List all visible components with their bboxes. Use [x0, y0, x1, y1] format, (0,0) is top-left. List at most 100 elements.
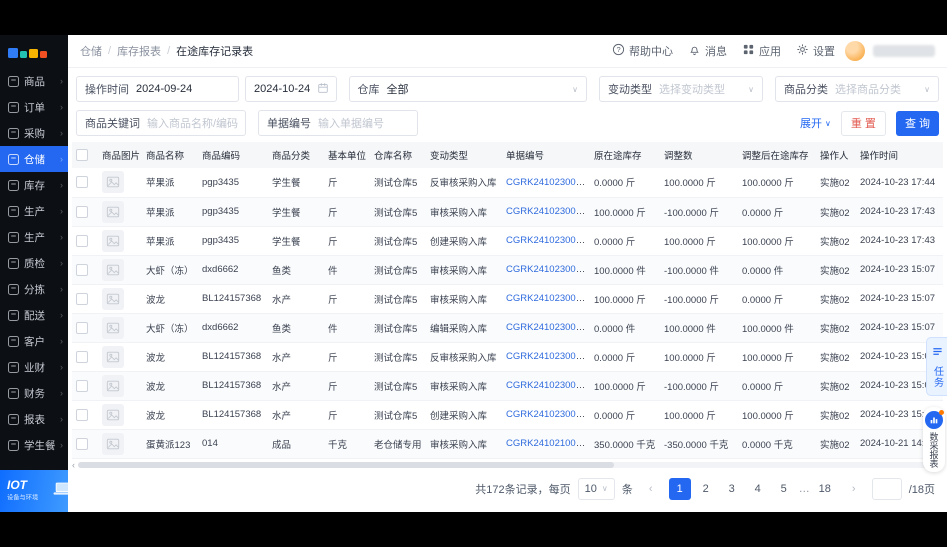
next-page-button[interactable]: ›	[842, 477, 865, 500]
doc-no-link[interactable]: CGRK24102300001	[506, 293, 590, 304]
row-checkbox[interactable]	[76, 176, 88, 189]
page-size-select[interactable]: 10 ∨	[577, 477, 615, 500]
prev-page-button[interactable]: ‹	[639, 477, 662, 500]
sidebar-item-reports[interactable]: 报表 ›	[0, 406, 68, 432]
row-checkbox[interactable]	[76, 437, 88, 450]
warehouse-select[interactable]: 仓库 全部 ∨	[348, 76, 587, 102]
sidebar-item-production[interactable]: 生产 ›	[0, 198, 68, 224]
report-floating-button[interactable]: 数采报表	[923, 407, 945, 472]
cell-doc-no: CGRK24102300001	[502, 255, 590, 285]
breadcrumb-item[interactable]: 库存报表	[117, 43, 161, 59]
cell-name: 波龙	[142, 284, 198, 314]
change-type-select[interactable]: 变动类型 选择变动类型 ∨	[599, 76, 763, 102]
page-button-4[interactable]: 4	[746, 477, 769, 500]
sidebar-item-inventory[interactable]: 库存 ›	[0, 172, 68, 198]
row-select-cell	[72, 429, 98, 459]
sidebar-item-student-meals[interactable]: 学生餐 ›	[0, 432, 68, 458]
scrollbar-thumb[interactable]	[78, 462, 615, 468]
product-image-cell	[98, 371, 142, 401]
cell-stock-after: 0.0000 斤	[738, 197, 816, 227]
sidebar-item-customers[interactable]: 客户 ›	[0, 328, 68, 354]
sidebar-item-delivery[interactable]: 配送 ›	[0, 302, 68, 328]
cell-code: dxd6662	[198, 255, 268, 285]
breadcrumb-item[interactable]: 仓储	[80, 43, 102, 59]
page-button-2[interactable]: 2	[694, 477, 717, 500]
table-row: 蛋黄派123 014 成品 千克 老仓储专用 审核采购入库 CGRK24102100002 3…	[72, 429, 943, 459]
select-all-checkbox[interactable]	[76, 149, 88, 161]
cell-stock-before: 100.0000 斤	[590, 371, 660, 401]
doc-no-link[interactable]: CGRK24102300001	[506, 380, 590, 391]
doc-no-link[interactable]: CGRK24102300001	[506, 351, 590, 362]
cell-code: BL124157368	[198, 342, 268, 372]
search-button[interactable]: 查 询	[895, 110, 939, 136]
message-button[interactable]: 消息	[688, 43, 727, 59]
cell-stock-after: 100.0000 斤	[738, 400, 816, 430]
help-button[interactable]: ? 帮助中心	[612, 43, 673, 59]
doc-no-input[interactable]: 单据编号 输入单据编号	[258, 110, 418, 136]
row-checkbox[interactable]	[76, 263, 88, 276]
product-image-cell	[98, 284, 142, 314]
scrollbar-track[interactable]	[78, 462, 943, 468]
product-image-placeholder-icon	[102, 258, 124, 281]
row-checkbox[interactable]	[76, 234, 88, 247]
sidebar-item-label: 学生餐	[24, 439, 55, 452]
sidebar-item-finance[interactable]: 财务 ›	[0, 380, 68, 406]
date-range-start[interactable]: 操作时间 2024-09-24	[76, 76, 240, 102]
category-select[interactable]: 商品分类 选择商品分类 ∨	[775, 76, 939, 102]
sidebar-item-orders[interactable]: 订单 ›	[0, 94, 68, 120]
cell-code: 014	[198, 429, 268, 459]
iot-banner[interactable]: IOT 设备与环境	[0, 470, 73, 512]
sidebar-item-quality[interactable]: 质检 ›	[0, 250, 68, 276]
cell-doc-no: CGRK24102300001	[502, 313, 590, 343]
sidebar-item-goods[interactable]: 商品 ›	[0, 68, 68, 94]
doc-no-link[interactable]: CGRK24102300001	[506, 322, 590, 333]
cell-operator: 实施02	[816, 371, 856, 401]
sidebar-item-warehouse[interactable]: 仓储 ›	[0, 146, 68, 172]
app-window: 商品 › 订单 › 采购 › 仓储 › 库存 › 生产 › 生产 › 质检 › 分拣 › 配送 › 客户 › 业财 › 财务 › 报…	[0, 35, 947, 512]
main-area: 仓储 / 库存报表 / 在途库存记录表 ? 帮助中心 消息 应用 设置 操作时间 2024-09…	[68, 35, 947, 512]
row-checkbox[interactable]	[76, 408, 88, 421]
sidebar-item-purchase[interactable]: 采购 ›	[0, 120, 68, 146]
row-checkbox[interactable]	[76, 379, 88, 392]
table-row: 苹果派 pgp3435 学生餐斤测试仓库5 创建采购入库 CGRK24102300002…	[72, 226, 943, 256]
doc-no-link[interactable]: CGRK24102300001	[506, 409, 590, 420]
task-floating-button[interactable]: 任务	[926, 337, 947, 396]
doc-no-link[interactable]: CGRK24102300002	[506, 177, 590, 188]
product-image-cell	[98, 255, 142, 285]
settings-button[interactable]: 设置	[796, 43, 835, 59]
horizontal-scrollbar[interactable]: ‹	[72, 460, 943, 470]
sidebar-item-production-2[interactable]: 生产 ›	[0, 224, 68, 250]
row-checkbox[interactable]	[76, 350, 88, 363]
table-row: 波龙 BL124157368 水产斤测试仓库5 反审核采购入库 CGRK24102300…	[72, 342, 943, 372]
row-checkbox[interactable]	[76, 292, 88, 305]
page-jump-input[interactable]	[871, 477, 902, 500]
page-button-18[interactable]: 18	[813, 477, 836, 500]
column-header: 调整数	[660, 142, 738, 168]
cell-unit: 斤	[324, 226, 370, 256]
page-button-3[interactable]: 3	[720, 477, 743, 500]
scroll-left-icon[interactable]: ‹	[72, 460, 75, 470]
logo-block	[8, 48, 18, 58]
apps-button[interactable]: 应用	[742, 43, 781, 59]
doc-no-link[interactable]: CGRK24102100002	[506, 438, 590, 449]
reset-button[interactable]: 重 置	[840, 110, 886, 136]
date-range-end[interactable]: 2024-10-24	[245, 76, 337, 102]
row-checkbox[interactable]	[76, 321, 88, 334]
page-button-1[interactable]: 1	[668, 477, 691, 500]
keyword-input[interactable]: 商品关键词 输入商品名称/编码	[76, 110, 246, 136]
logo-block	[40, 51, 47, 58]
row-checkbox[interactable]	[76, 205, 88, 218]
cell-operator: 实施02	[816, 197, 856, 227]
sidebar-item-sorting[interactable]: 分拣 ›	[0, 276, 68, 302]
cell-warehouse: 测试仓库5	[370, 197, 426, 227]
cell-change-type: 审核采购入库	[426, 429, 502, 459]
page-button-5[interactable]: 5	[772, 477, 795, 500]
expand-filters-link[interactable]: 展开 ∨	[800, 115, 831, 131]
doc-no-link[interactable]: CGRK24102300002	[506, 235, 590, 246]
avatar[interactable]	[845, 41, 865, 61]
cell-warehouse: 测试仓库5	[370, 400, 426, 430]
cell-adjust: -350.0000 千克	[660, 429, 738, 459]
doc-no-link[interactable]: CGRK24102300002	[506, 206, 590, 217]
doc-no-link[interactable]: CGRK24102300001	[506, 264, 590, 275]
sidebar-item-biz-finance[interactable]: 业财 ›	[0, 354, 68, 380]
